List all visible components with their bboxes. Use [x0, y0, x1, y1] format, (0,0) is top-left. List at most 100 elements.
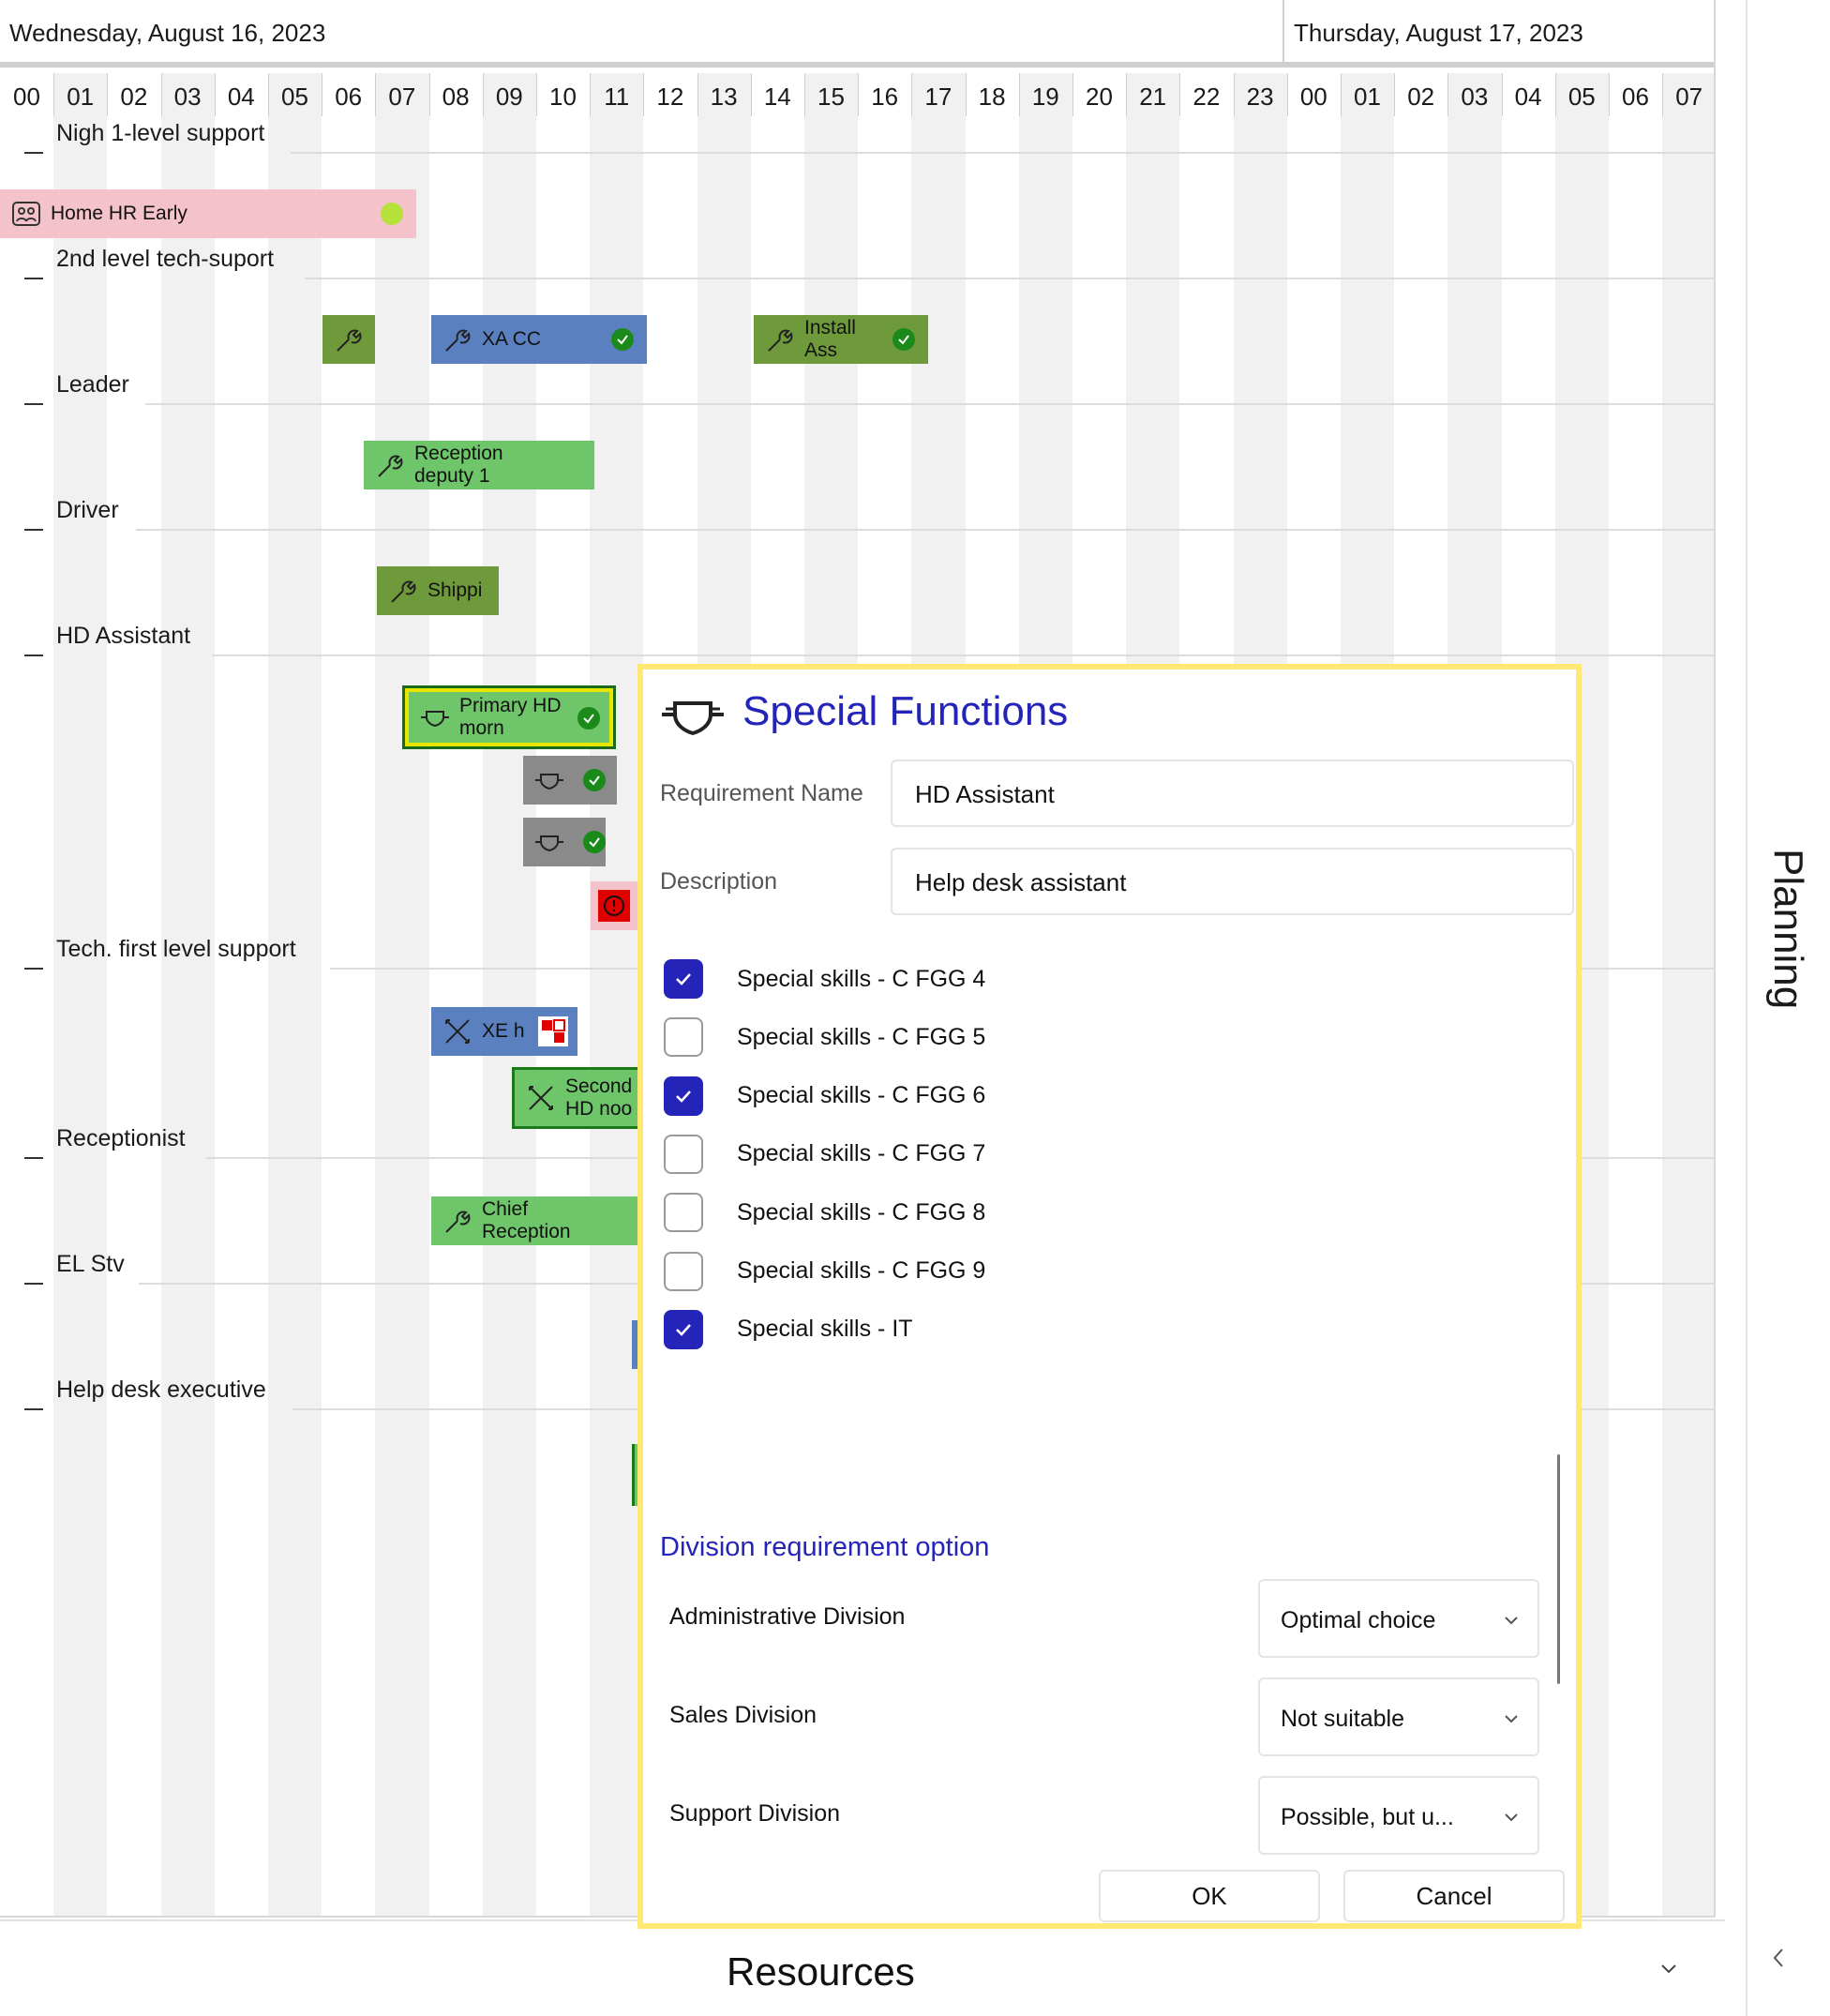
- hour-label: 17: [924, 83, 952, 111]
- row-label-text: Nigh 1-level support: [56, 120, 265, 146]
- wrench-icon: [763, 323, 797, 356]
- hour-separator: [1233, 73, 1235, 116]
- task-gray-1[interactable]: [523, 756, 617, 805]
- task-error[interactable]: [591, 881, 638, 930]
- ok-button[interactable]: OK: [1099, 1870, 1320, 1922]
- task-xa-cc[interactable]: XA CC: [431, 315, 647, 364]
- row-label-night-support[interactable]: Nigh 1-level support: [24, 120, 264, 154]
- skill-checkbox-row[interactable]: Special skills - C FGG 9: [664, 1251, 985, 1292]
- skill-checkbox[interactable]: [664, 1134, 703, 1174]
- task-shipping[interactable]: Shippi: [377, 566, 499, 615]
- chevron-down-icon: [1502, 1609, 1521, 1628]
- hour-label: 10: [549, 83, 577, 111]
- warning-grid-icon: [538, 1016, 568, 1046]
- check-circle-icon: [611, 328, 634, 351]
- task-chief-reception[interactable]: Chief Reception: [431, 1196, 638, 1245]
- task-reception-deputy[interactable]: Reception deputy 1: [364, 441, 594, 489]
- skill-checkbox-row[interactable]: Special skills - C FGG 5: [664, 1016, 985, 1058]
- hour-separator: [590, 73, 592, 116]
- division-select-administrative[interactable]: Optimal choice: [1258, 1579, 1539, 1658]
- task-second-hd-noon[interactable]: Second HD noo: [512, 1067, 643, 1129]
- skill-label: Special skills - C FGG 8: [737, 1198, 986, 1226]
- check-circle-icon: [583, 831, 606, 853]
- dialog-scrollbar[interactable]: [1557, 1454, 1560, 1684]
- hour-label: 21: [1139, 83, 1167, 111]
- select-value: Optimal choice: [1281, 1607, 1436, 1633]
- hour-separator: [214, 73, 216, 116]
- skill-label: Special skills - IT: [737, 1316, 913, 1343]
- task-olive-small[interactable]: [322, 315, 375, 364]
- task-label: Shippi: [428, 579, 483, 601]
- special-functions-dialog[interactable]: Special Functions Requirement Name HD As…: [638, 664, 1582, 1929]
- hour-label: 16: [871, 83, 899, 111]
- cancel-button[interactable]: Cancel: [1343, 1870, 1565, 1922]
- cross-tools-icon: [524, 1081, 558, 1115]
- shield-wing-icon: [418, 700, 452, 734]
- hour-column-shade: [268, 73, 322, 1916]
- division-select-support[interactable]: Possible, but u...: [1258, 1776, 1539, 1855]
- division-select-sales[interactable]: Not suitable: [1258, 1677, 1539, 1756]
- task-label: Home HR Early: [51, 203, 188, 224]
- row-label-driver[interactable]: Driver: [24, 497, 119, 531]
- skill-checkbox-row[interactable]: Special skills - C FGG 8: [664, 1192, 985, 1233]
- people-icon: [9, 197, 43, 231]
- division-label-sales: Sales Division: [669, 1702, 818, 1728]
- skill-label: Special skills - C FGG 6: [737, 1082, 986, 1109]
- task-install-ass[interactable]: Install Ass: [754, 315, 928, 364]
- hour-label: 13: [710, 83, 738, 111]
- hour-separator: [482, 73, 484, 116]
- skill-label: Special skills - C FGG 4: [737, 965, 986, 992]
- chevron-down-icon[interactable]: [1659, 1959, 1678, 1978]
- requirement-name-input[interactable]: HD Assistant: [891, 760, 1574, 827]
- shield-wing-icon: [532, 763, 566, 797]
- hour-label: 02: [1407, 83, 1435, 111]
- row-label-2nd-level[interactable]: 2nd level tech-suport: [24, 246, 274, 279]
- hour-label: 01: [1354, 83, 1381, 111]
- row-label-el-stv[interactable]: EL Stv: [24, 1251, 125, 1285]
- skill-checkbox-row[interactable]: Special skills - IT: [664, 1309, 913, 1350]
- task-home-hr-early[interactable]: Home HR Early: [0, 189, 416, 238]
- row-label-leader[interactable]: Leader: [24, 371, 129, 405]
- skill-checkbox[interactable]: [664, 1076, 703, 1116]
- skill-checkbox-row[interactable]: Special skills - C FGG 7: [664, 1134, 985, 1175]
- skill-checkbox-row[interactable]: Special skills - C FGG 4: [664, 958, 985, 1000]
- hour-separator: [1609, 73, 1610, 116]
- row-label-receptionist[interactable]: Receptionist: [24, 1125, 186, 1159]
- resources-bar[interactable]: Resources: [0, 1919, 1725, 2016]
- select-value: Not suitable: [1281, 1706, 1405, 1732]
- row-label-text: Tech. first level support: [56, 936, 296, 962]
- row-label-hd-assistant[interactable]: HD Assistant: [24, 623, 190, 656]
- wrench-icon: [386, 574, 420, 608]
- skill-checkbox[interactable]: [664, 1017, 703, 1058]
- task-primary-hd-morn[interactable]: Primary HD morn: [402, 685, 616, 749]
- hour-separator: [53, 73, 55, 116]
- hour-label: 15: [818, 83, 845, 111]
- hour-separator: [1018, 73, 1020, 116]
- row-label-tech-first-level[interactable]: Tech. first level support: [24, 936, 296, 970]
- check-icon: [676, 1090, 691, 1103]
- chevron-left-icon[interactable]: [1770, 1946, 1787, 1977]
- side-panel-title[interactable]: Planning: [1764, 849, 1811, 1224]
- division-heading: Division requirement option: [660, 1532, 990, 1562]
- row-label-help-desk-exec[interactable]: Help desk executive: [24, 1377, 266, 1410]
- description-label: Description: [660, 868, 778, 895]
- hour-label: 06: [335, 83, 363, 111]
- hour-separator: [750, 73, 752, 116]
- division-label-support: Support Division: [669, 1800, 841, 1827]
- row-line: [305, 278, 1714, 279]
- skill-label: Special skills - C FGG 5: [737, 1023, 986, 1050]
- skill-checkbox-row[interactable]: Special skills - C FGG 6: [664, 1076, 985, 1117]
- skill-checkbox[interactable]: [664, 959, 703, 999]
- skill-checkbox[interactable]: [664, 1251, 703, 1291]
- alert-icon: [598, 890, 630, 922]
- skill-checkbox[interactable]: [664, 1309, 703, 1349]
- task-xe[interactable]: XE h: [431, 1007, 578, 1056]
- wrench-icon: [373, 448, 407, 482]
- task-gray-2[interactable]: [523, 818, 606, 866]
- skill-checkbox[interactable]: [664, 1193, 703, 1233]
- check-icon: [676, 973, 691, 985]
- hour-column-shade: [375, 73, 429, 1916]
- description-input[interactable]: Help desk assistant: [891, 848, 1574, 915]
- hour-label: 03: [173, 83, 202, 111]
- hour-separator: [1179, 73, 1181, 116]
